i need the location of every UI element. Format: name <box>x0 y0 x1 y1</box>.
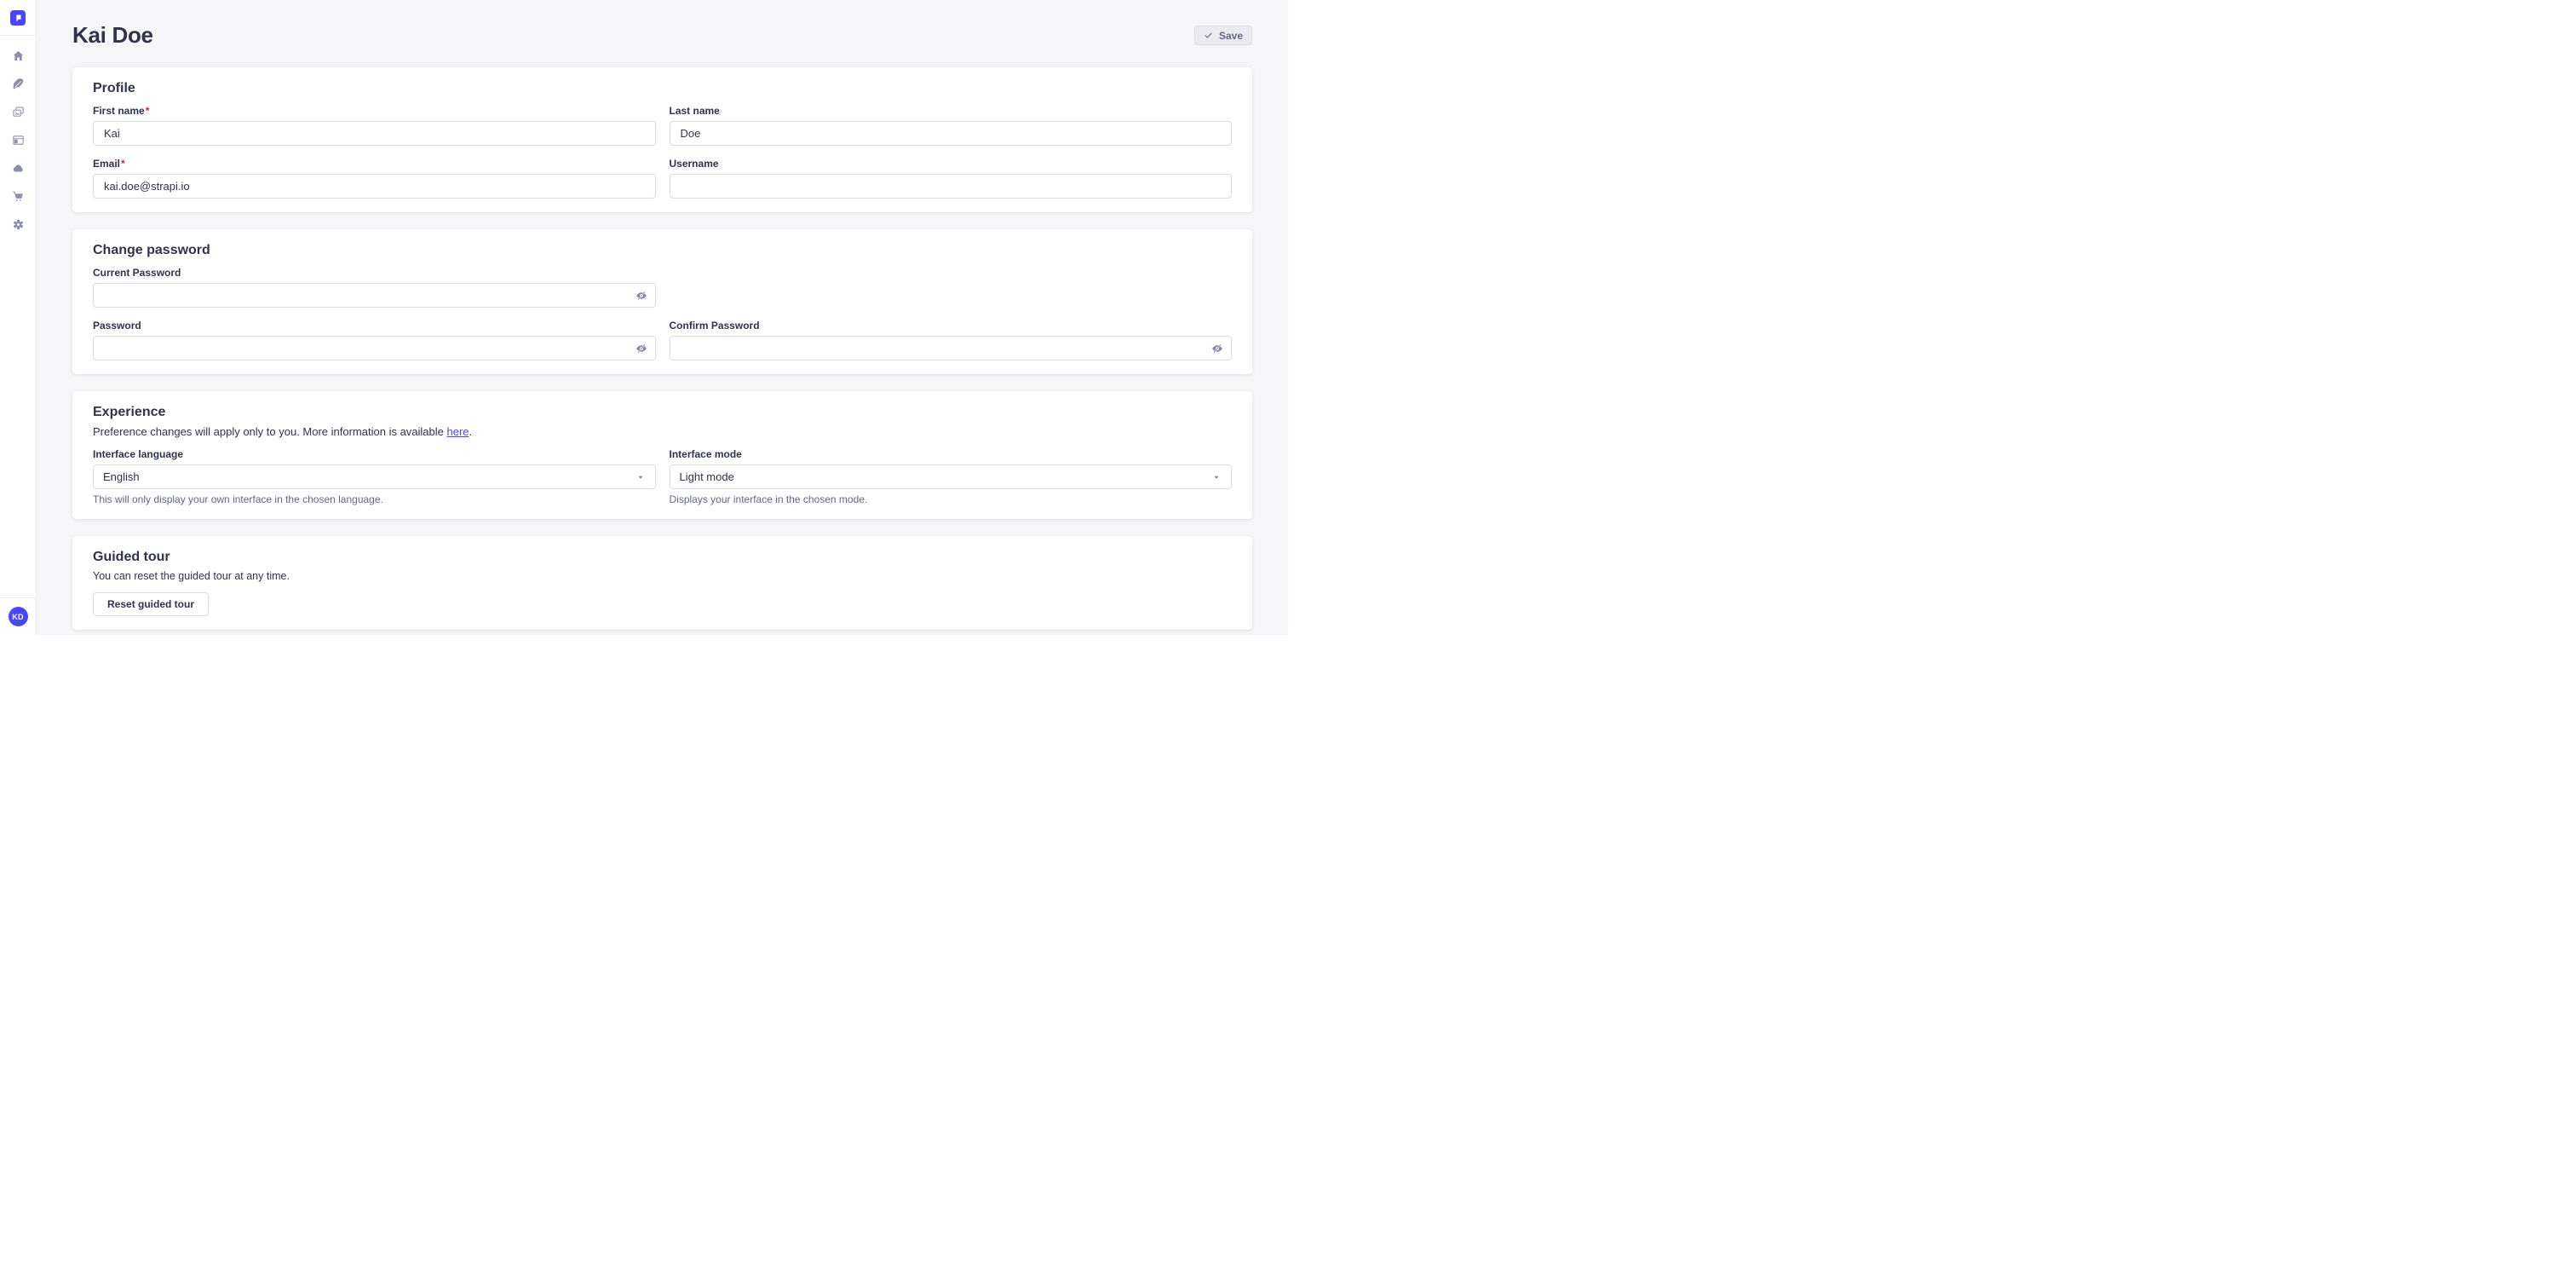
confirm-password-label: Confirm Password <box>670 320 1233 331</box>
sidebar-header <box>0 0 36 36</box>
password-input[interactable] <box>93 336 656 360</box>
email-label: Email* <box>93 158 656 170</box>
eye-slash-icon <box>635 343 647 355</box>
username-input[interactable] <box>670 174 1233 199</box>
guided-tour-description: You can reset the guided tour at any tim… <box>93 570 1232 582</box>
experience-description-period: . <box>469 425 473 438</box>
user-avatar[interactable]: KD <box>9 607 28 626</box>
sidebar-item-content-type-builder[interactable] <box>0 126 37 154</box>
eye-slash-icon <box>1211 343 1223 355</box>
sidebar-item-content-manager[interactable] <box>0 70 37 98</box>
first-name-label-text: First name <box>93 105 145 117</box>
toggle-current-password-visibility-button[interactable] <box>635 290 647 302</box>
strapi-logo-icon <box>12 12 24 24</box>
guided-tour-card: Guided tour You can reset the guided tou… <box>72 536 1252 630</box>
interface-language-label: Interface language <box>93 448 656 460</box>
cloud-icon <box>12 162 25 175</box>
sidebar-item-cloud[interactable] <box>0 154 37 182</box>
chevron-down-icon <box>1211 472 1222 482</box>
password-input-wrap <box>93 336 656 360</box>
sidebar: KD <box>0 0 37 635</box>
change-password-title: Change password <box>93 243 1232 258</box>
email-label-text: Email <box>93 158 120 170</box>
sidebar-footer: KD <box>0 597 36 635</box>
chevron-down-icon <box>635 472 646 482</box>
last-name-field-group: Last name <box>670 105 1233 146</box>
sidebar-nav <box>0 36 36 597</box>
layout-icon <box>12 134 25 147</box>
last-name-input[interactable] <box>670 121 1233 146</box>
interface-mode-label: Interface mode <box>670 448 1233 460</box>
interface-language-hint: This will only display your own interfac… <box>93 493 656 505</box>
experience-description-text: Preference changes will apply only to yo… <box>93 425 447 438</box>
interface-mode-value: Light mode <box>680 470 734 483</box>
interface-mode-field-group: Interface mode Light mode Displays your … <box>670 448 1233 505</box>
toggle-password-visibility-button[interactable] <box>635 343 647 355</box>
feather-icon <box>12 78 25 90</box>
interface-language-select[interactable]: English <box>93 464 656 489</box>
interface-mode-hint: Displays your interface in the chosen mo… <box>670 493 1233 505</box>
toggle-confirm-password-visibility-button[interactable] <box>1211 343 1223 355</box>
guided-tour-title: Guided tour <box>93 550 1232 565</box>
required-asterisk: * <box>146 105 150 117</box>
profile-fields-grid: First name* Last name Email* Username <box>93 105 1232 199</box>
interface-mode-select[interactable]: Light mode <box>670 464 1233 489</box>
experience-fields-grid: Interface language English This will onl… <box>93 448 1232 505</box>
gear-icon <box>12 218 25 231</box>
interface-language-field-group: Interface language English This will onl… <box>93 448 656 505</box>
page-header: Kai Doe Save <box>72 22 1252 49</box>
main-content: Kai Doe Save Profile First name* Last na… <box>37 0 1288 635</box>
grid-spacer <box>670 267 1233 308</box>
check-icon <box>1204 31 1213 40</box>
confirm-password-field-group: Confirm Password <box>670 320 1233 360</box>
password-field-group: Password <box>93 320 656 360</box>
current-password-field-group: Current Password <box>93 267 656 308</box>
username-field-group: Username <box>670 158 1233 199</box>
eye-slash-icon <box>635 290 647 302</box>
current-password-label: Current Password <box>93 267 656 279</box>
experience-description: Preference changes will apply only to yo… <box>93 425 1232 438</box>
home-icon <box>12 49 25 62</box>
current-password-input-wrap <box>93 283 656 308</box>
email-input[interactable] <box>93 174 656 199</box>
confirm-password-input[interactable] <box>670 336 1233 360</box>
change-password-card: Change password Current Password <box>72 229 1252 374</box>
password-fields-grid: Current Password Pass <box>93 267 1232 360</box>
required-asterisk: * <box>121 158 125 170</box>
more-information-link[interactable]: here <box>447 425 469 438</box>
save-button[interactable]: Save <box>1194 26 1252 45</box>
confirm-password-input-wrap <box>670 336 1233 360</box>
first-name-field-group: First name* <box>93 105 656 146</box>
sidebar-item-media-library[interactable] <box>0 98 37 126</box>
first-name-input[interactable] <box>93 121 656 146</box>
cart-icon <box>12 190 25 203</box>
page-title: Kai Doe <box>72 22 153 49</box>
experience-card: Experience Preference changes will apply… <box>72 391 1252 519</box>
reset-guided-tour-button[interactable]: Reset guided tour <box>93 592 209 616</box>
username-label: Username <box>670 158 1233 170</box>
current-password-input[interactable] <box>93 283 656 308</box>
save-button-label: Save <box>1219 30 1243 42</box>
experience-title: Experience <box>93 405 1232 420</box>
strapi-logo[interactable] <box>10 10 26 26</box>
profile-card: Profile First name* Last name Email* Use… <box>72 67 1252 212</box>
sidebar-item-settings[interactable] <box>0 210 37 239</box>
profile-card-title: Profile <box>93 81 1232 96</box>
sidebar-item-home[interactable] <box>0 42 37 70</box>
sidebar-item-marketplace[interactable] <box>0 182 37 210</box>
interface-language-value: English <box>103 470 140 483</box>
first-name-label: First name* <box>93 105 656 117</box>
email-field-group: Email* <box>93 158 656 199</box>
images-icon <box>12 106 25 118</box>
password-label: Password <box>93 320 656 331</box>
app-root: KD Kai Doe Save Profile First name* <box>0 0 1288 635</box>
last-name-label: Last name <box>670 105 1233 117</box>
